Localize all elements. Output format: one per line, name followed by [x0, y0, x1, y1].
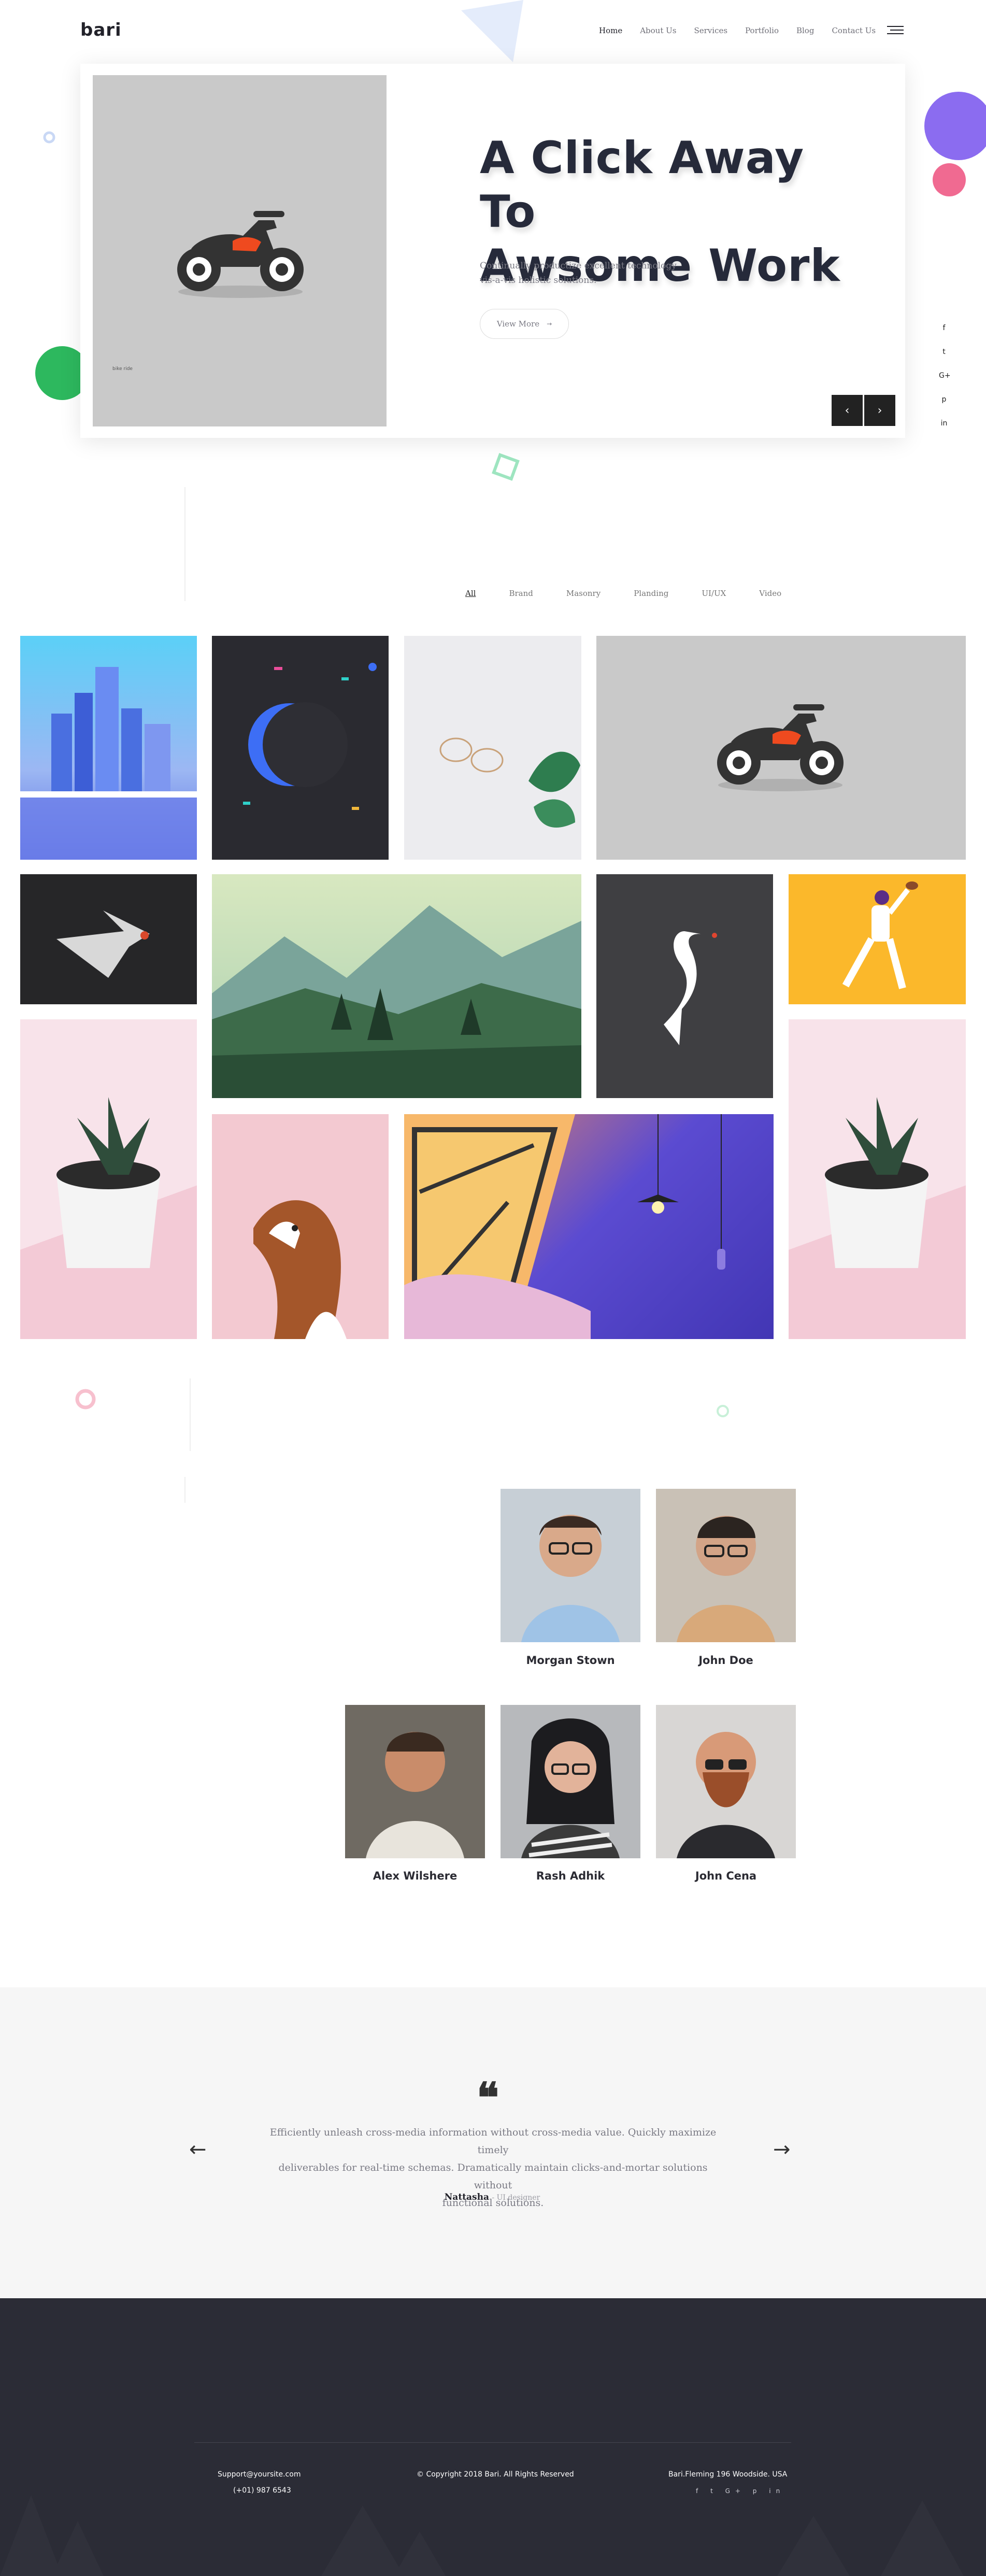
footer-phone[interactable]: (+01) 987 6543 [233, 2486, 291, 2495]
footer-address: Bari.Fleming 196 Woodside. USA [668, 2470, 788, 2479]
hero-description: Continually productize excellent technol… [480, 259, 697, 288]
slider-prev-button[interactable]: ‹ [832, 395, 863, 426]
portfolio-item-swallow[interactable] [20, 874, 197, 1004]
menu-icon[interactable] [887, 26, 904, 36]
portfolio-item-city[interactable] [20, 636, 197, 860]
moon-illustration [243, 663, 377, 810]
filter-all[interactable]: All [465, 589, 476, 598]
instagram-icon[interactable]: in [939, 419, 949, 443]
slider-next-button[interactable]: › [864, 395, 895, 426]
football-player-illustration [842, 881, 918, 989]
google-plus-icon[interactable]: G+ [939, 372, 951, 395]
footer-divider [194, 2442, 791, 2443]
portfolio-item-cactus-right[interactable] [789, 1019, 966, 1339]
testimonial-next-button[interactable]: → [773, 2138, 791, 2161]
hero-image: bike ride [93, 75, 387, 426]
footer [0, 2298, 986, 2576]
glasses-plant-photo [439, 737, 580, 828]
team-name-alex: Alex Wilshere [373, 1870, 458, 1882]
brand-logo[interactable]: bari [80, 20, 122, 40]
portrait [521, 1515, 620, 1642]
author-role: - UI designer [492, 2194, 540, 2202]
portrait [677, 1516, 775, 1642]
quote-icon: ❝ [477, 2073, 499, 2122]
portfolio-item-mountains[interactable] [212, 874, 581, 1098]
hero-slider: bike ride A Click Away To Awsome Work Co… [80, 64, 905, 438]
view-more-button[interactable]: View More → [480, 309, 569, 339]
testimonial-line2: deliverables for real-time schemas. Dram… [278, 2162, 708, 2191]
team-photo-john-doe[interactable] [656, 1489, 796, 1642]
nav-portfolio[interactable]: Portfolio [745, 26, 779, 35]
window-lamp-illustration [404, 1114, 725, 1339]
portfolio-item-moon[interactable] [212, 636, 389, 860]
crane-logo [664, 931, 717, 1045]
footer-forest-background [0, 2495, 964, 2576]
filter-planding[interactable]: Planding [634, 589, 668, 598]
portfolio-item-motorcycle[interactable] [596, 636, 966, 860]
team-photo-rash[interactable] [501, 1705, 640, 1858]
motorcycle-illustration [717, 704, 844, 791]
nav-home[interactable]: Home [599, 26, 622, 35]
twitter-icon[interactable]: t [939, 348, 949, 372]
portfolio-item-glasses[interactable] [404, 636, 581, 860]
motorcycle-illustration [177, 211, 304, 298]
team-name-john-cena: John Cena [695, 1870, 757, 1882]
nav-about[interactable]: About Us [640, 26, 676, 35]
author-name: Nattasha [444, 2192, 489, 2202]
city-illustration [20, 667, 197, 860]
portfolio-filters: All Brand Masonry Planding UI/UX Video [465, 589, 814, 598]
team-photo-john-cena[interactable] [656, 1705, 796, 1858]
portfolio-item-crane[interactable] [596, 874, 773, 1098]
twitter-icon[interactable]: t [710, 2487, 718, 2495]
mountain-landscape [212, 905, 581, 1098]
footer-social-links: f t G+ p in [696, 2487, 785, 2495]
dog-photo [253, 1200, 347, 1339]
team-photo-alex[interactable] [345, 1705, 485, 1858]
image-tag: bike ride [112, 366, 133, 372]
facebook-icon[interactable]: f [939, 324, 949, 348]
pinterest-icon[interactable]: p [753, 2487, 762, 2495]
main-nav: Home About Us Services Portfolio Blog Co… [599, 26, 893, 35]
swallow-illustration [56, 910, 150, 978]
portrait [677, 1732, 775, 1858]
google-plus-icon[interactable]: G+ [725, 2487, 746, 2495]
hero-title-line1: A Click Away To [480, 132, 805, 238]
succulent-photo [825, 1097, 928, 1268]
arrow-right-icon: → [547, 320, 552, 328]
filter-video[interactable]: Video [759, 589, 781, 598]
side-social-links: f t G+ p in [939, 324, 951, 443]
nav-contact[interactable]: Contact Us [832, 26, 876, 35]
view-more-label: View More [496, 319, 540, 329]
nav-blog[interactable]: Blog [796, 26, 814, 35]
facebook-icon[interactable]: f [696, 2487, 703, 2495]
instagram-icon[interactable]: in [769, 2487, 785, 2495]
team-name-rash: Rash Adhik [536, 1870, 605, 1882]
testimonial-prev-button[interactable]: ← [189, 2138, 207, 2161]
filter-brand[interactable]: Brand [509, 589, 533, 598]
portfolio-item-football[interactable] [789, 874, 966, 1004]
portfolio-item-dog[interactable] [212, 1114, 389, 1339]
team-name-morgan: Morgan Stown [526, 1654, 615, 1667]
footer-email[interactable]: Support@yoursite.com [218, 2470, 301, 2479]
team-photo-morgan[interactable] [501, 1489, 640, 1642]
portrait [521, 1718, 620, 1858]
portfolio-item-lamp[interactable] [404, 1114, 774, 1339]
slider-controls: ‹ › [832, 395, 895, 426]
nav-services[interactable]: Services [694, 26, 727, 35]
pinterest-icon[interactable]: p [939, 395, 949, 419]
hero-desc-line2: vis-a-vis holistic solutions. [480, 275, 597, 286]
testimonial-author: Nattasha - UI designer [363, 2192, 622, 2202]
team-name-john-doe: John Doe [698, 1654, 753, 1667]
filter-uiux[interactable]: UI/UX [702, 589, 726, 598]
portrait [366, 1732, 464, 1858]
portfolio-item-cactus-left[interactable] [20, 1019, 197, 1339]
succulent-photo [56, 1097, 160, 1268]
testimonial-line1: Efficiently unleash cross-media informat… [269, 2127, 717, 2156]
footer-copyright: © Copyright 2018 Bari. All Rights Reserv… [417, 2470, 574, 2479]
filter-masonry[interactable]: Masonry [566, 589, 601, 598]
hero-desc-line1: Continually productize excellent technol… [480, 261, 677, 271]
